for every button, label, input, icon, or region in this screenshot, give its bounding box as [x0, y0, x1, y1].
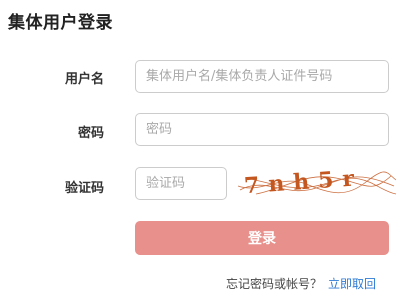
captcha-label: 验证码 — [64, 181, 104, 196]
forgot-text: 忘记密码或帐号？ — [226, 277, 323, 291]
recover-link[interactable]: 立即取回 — [328, 277, 376, 291]
captcha-input[interactable] — [135, 167, 227, 200]
username-label: 用户名 — [64, 72, 104, 87]
captcha-image[interactable]: 7nh5r — [236, 164, 398, 202]
page-title: 集体用户登录 — [8, 13, 113, 33]
password-label: 密码 — [77, 126, 104, 141]
username-input[interactable] — [135, 60, 389, 93]
captcha-text: 7nh5r — [243, 165, 364, 199]
login-button[interactable]: 登录 — [135, 221, 389, 255]
password-input[interactable] — [135, 113, 389, 146]
forgot-row: 忘记密码或帐号？ 立即取回 — [226, 275, 376, 292]
